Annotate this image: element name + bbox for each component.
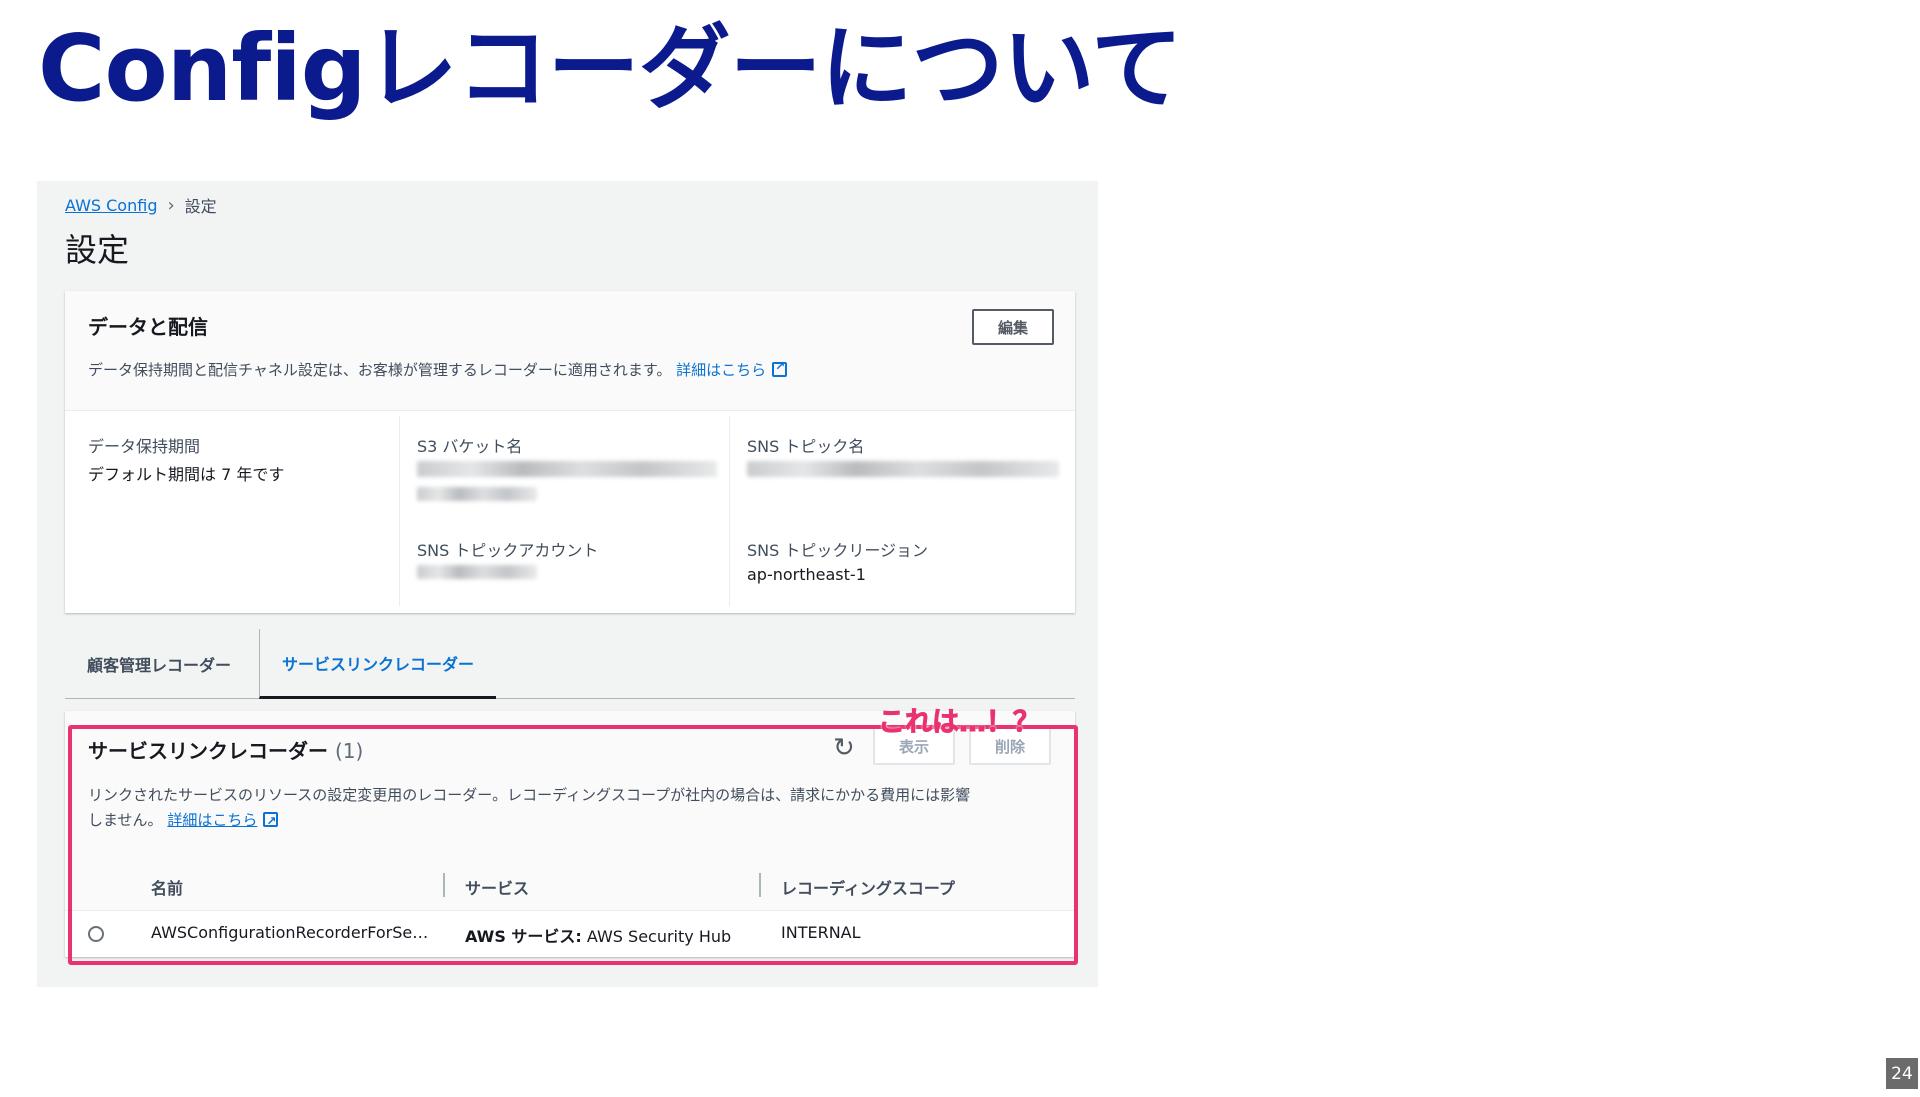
- breadcrumb-aws-config[interactable]: AWS Config: [65, 196, 157, 215]
- aws-console-screenshot: AWS Config › 設定 設定 データと配信 編集 データ保持期間と配信チ…: [37, 181, 1098, 987]
- panel-description-line1: リンクされたサービスのリソースの設定変更用のレコーダー。レコーディングスコープが…: [88, 786, 971, 804]
- column-header-name[interactable]: 名前: [151, 875, 183, 899]
- service-linked-recorder-panel: サービスリンクレコーダー (1) ↻ 表示 削除 リンクされたサービスのリソース…: [65, 711, 1075, 957]
- annotation-text: これは…！？: [878, 707, 1041, 739]
- external-link-icon: [263, 809, 279, 834]
- panel-description: データ保持期間と配信チャネル設定は、お客様が管理するレコーダーに適用されます。 …: [88, 359, 788, 380]
- chevron-right-icon: ›: [167, 194, 175, 216]
- recorder-tabs: 顧客管理レコーダー サービスリンクレコーダー: [65, 629, 1075, 699]
- column-resize-handle[interactable]: [759, 873, 761, 897]
- column-divider: [729, 416, 730, 606]
- row-select-radio[interactable]: [88, 926, 104, 942]
- sns-topic-label: SNS トピック名: [747, 437, 865, 456]
- sns-region-label: SNS トピックリージョン: [747, 541, 929, 560]
- retention-value: デフォルト期間は 7 年です: [88, 465, 285, 484]
- service-cell: AWS サービス: AWS Security Hub: [465, 923, 731, 947]
- learn-more-link[interactable]: 詳細はこちら: [167, 811, 257, 829]
- panel-description-line2-text: しません。: [88, 811, 163, 829]
- panel-description: リンクされたサービスのリソースの設定変更用のレコーダー。レコーディングスコープが…: [88, 783, 1048, 834]
- column-resize-handle[interactable]: [443, 873, 445, 897]
- panel-title-text: サービスリンクレコーダー: [88, 739, 328, 763]
- breadcrumb: AWS Config › 設定: [65, 193, 217, 217]
- column-header-service[interactable]: サービス: [465, 875, 529, 899]
- external-link-icon: [772, 359, 788, 377]
- column-header-scope[interactable]: レコーディングスコープ: [781, 875, 955, 899]
- panel-description-text: データ保持期間と配信チャネル設定は、お客様が管理するレコーダーに適用されます。: [88, 361, 672, 379]
- sns-account-label: SNS トピックアカウント: [417, 541, 599, 560]
- redacted-s3-bucket-line2: [417, 487, 537, 501]
- service-prefix: AWS サービス:: [465, 927, 582, 946]
- sns-region-value: ap-northeast-1: [747, 565, 866, 584]
- panel-title: サービスリンクレコーダー (1): [88, 735, 363, 764]
- s3-bucket-label: S3 バケット名: [417, 437, 523, 456]
- page-title: 設定: [65, 231, 130, 269]
- column-divider: [399, 416, 400, 606]
- recorder-count: (1): [334, 739, 364, 763]
- tab-service-linked-recorder[interactable]: サービスリンクレコーダー: [259, 629, 497, 699]
- panel-title: データと配信: [88, 315, 208, 339]
- panel-header: [65, 291, 1075, 411]
- edit-button[interactable]: 編集: [972, 309, 1054, 345]
- service-value: AWS Security Hub: [586, 927, 732, 946]
- data-delivery-panel: データと配信 編集 データ保持期間と配信チャネル設定は、お客様が管理するレコーダ…: [65, 291, 1075, 613]
- table-header: 名前 サービス レコーディングスコープ: [65, 861, 1075, 911]
- recorder-name-link[interactable]: AWSConfigurationRecorderForSe…: [151, 923, 428, 942]
- learn-more-link[interactable]: 詳細はこちら: [676, 361, 766, 379]
- panel-description-line2: しません。 詳細はこちら: [88, 808, 1048, 834]
- breadcrumb-current: 設定: [184, 197, 217, 216]
- table-row: AWSConfigurationRecorderForSe… AWS サービス:…: [65, 911, 1075, 957]
- retention-label: データ保持期間: [88, 437, 201, 456]
- refresh-icon[interactable]: ↻: [833, 735, 855, 761]
- page-number: 24: [1886, 1058, 1918, 1089]
- redacted-s3-bucket: [417, 461, 717, 477]
- tab-customer-managed-recorder[interactable]: 顧客管理レコーダー: [65, 629, 253, 699]
- redacted-sns-account: [417, 565, 537, 579]
- slide-title: Configレコーダーについて: [38, 15, 1183, 122]
- scope-cell: INTERNAL: [781, 923, 861, 942]
- redacted-sns-topic: [747, 461, 1059, 477]
